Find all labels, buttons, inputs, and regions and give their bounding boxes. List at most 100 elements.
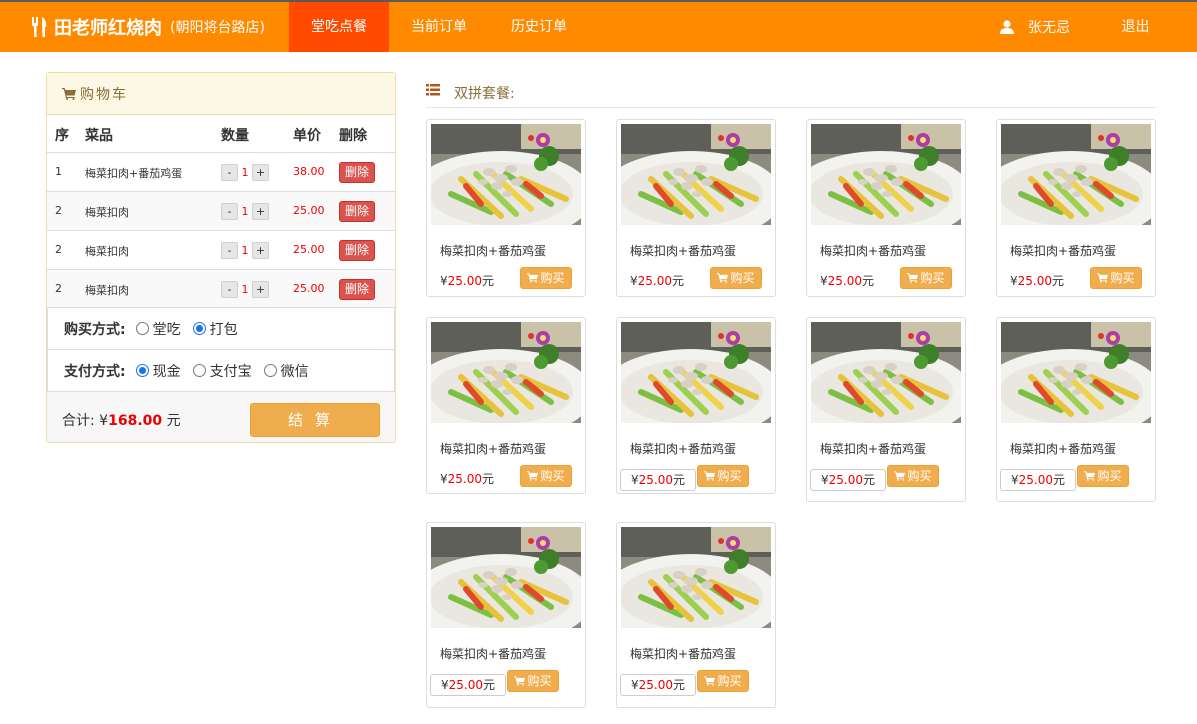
row-seq: 2 — [55, 243, 62, 256]
delete-button[interactable]: 删除 — [339, 201, 375, 222]
price-currency: ¥ — [821, 473, 829, 487]
dish-photo — [431, 322, 581, 423]
price-currency: ¥ — [631, 473, 639, 487]
row-seq: 2 — [55, 282, 62, 295]
dish-card[interactable]: 梅菜扣肉+番茄鸡蛋 ¥25.00元 购买 — [616, 522, 776, 708]
price-currency: ¥ — [440, 472, 448, 486]
cart-total: 合计: ¥168.00 元 — [62, 410, 181, 430]
table-row: 2 梅菜扣肉 - 1 + 25.00 删除 — [47, 191, 395, 230]
total-amount: 168.00 — [108, 413, 163, 429]
dish-card[interactable]: 梅菜扣肉+番茄鸡蛋 ¥25.00元 购买 — [806, 317, 966, 502]
buy-button[interactable]: 购买 — [520, 465, 572, 487]
dish-thumbnail[interactable] — [811, 322, 961, 423]
payment-method-label: 支付方式: — [64, 363, 126, 380]
price-value: 25.00 — [447, 274, 482, 288]
price-unit: 元 — [673, 473, 686, 487]
dish-card[interactable]: 梅菜扣肉+番茄鸡蛋 ¥25.00元 购买 — [616, 317, 776, 494]
cart-icon — [894, 471, 906, 481]
radio-checked-icon — [135, 364, 149, 377]
buy-button[interactable]: 购买 — [507, 670, 559, 692]
price-currency: ¥ — [1011, 473, 1019, 487]
price-currency: ¥ — [441, 678, 449, 692]
dish-card[interactable]: 梅菜扣肉+番茄鸡蛋 ¥25.00元 购买 — [616, 119, 776, 297]
payment-radio-alipay[interactable]: 支付宝 — [192, 361, 252, 381]
buy-button[interactable]: 购买 — [1077, 465, 1129, 487]
dish-thumbnail[interactable] — [1001, 124, 1151, 225]
nav-current-orders[interactable]: 当前订单 — [389, 2, 489, 52]
row-price: 38.00 — [293, 165, 325, 178]
payment-radio-cash[interactable]: 现金 — [135, 361, 181, 381]
qty-minus-button[interactable]: - — [221, 242, 238, 259]
dish-thumbnail[interactable] — [1001, 322, 1151, 423]
dish-price: ¥25.00元 — [1000, 469, 1077, 491]
qty-plus-button[interactable]: + — [252, 203, 269, 220]
delete-button[interactable]: 删除 — [339, 162, 375, 183]
buy-button[interactable]: 购买 — [887, 465, 939, 487]
buy-button[interactable]: 购买 — [1090, 267, 1142, 289]
dish-thumbnail[interactable] — [431, 124, 581, 225]
qty-plus-button[interactable]: + — [252, 164, 269, 181]
buy-button[interactable]: 购买 — [520, 267, 572, 289]
dish-name: 梅菜扣肉+番茄鸡蛋 — [440, 647, 547, 661]
section-title: 双拼套餐: — [426, 83, 1156, 108]
cart-table: 序 菜品 数量 单价 删除 1 梅菜扣肉+番茄鸡蛋 - 1 + 38.00 删除… — [47, 115, 395, 308]
dish-card[interactable]: 梅菜扣肉+番茄鸡蛋 ¥25.00元 购买 — [806, 119, 966, 297]
total-label: 合计: — [62, 413, 95, 429]
dish-thumbnail[interactable] — [621, 527, 771, 628]
user-menu[interactable]: 张无忌 — [1000, 2, 1070, 52]
dish-thumbnail[interactable] — [621, 124, 771, 225]
dish-card[interactable]: 梅菜扣肉+番茄鸡蛋 ¥25.00元 购买 — [426, 317, 586, 494]
dish-card[interactable]: 梅菜扣肉+番茄鸡蛋 ¥25.00元 购买 — [996, 317, 1156, 502]
price-value: 25.00 — [1018, 473, 1053, 487]
buy-label: 购买 — [717, 469, 742, 483]
qty-stepper: - 1 + — [221, 203, 269, 220]
buy-button[interactable]: 购买 — [697, 465, 749, 487]
brand[interactable]: 田老师红烧肉 (朝阳将台路店) — [30, 2, 265, 52]
dish-thumbnail[interactable] — [621, 322, 771, 423]
buy-button[interactable]: 购买 — [710, 267, 762, 289]
buy-button[interactable]: 购买 — [900, 267, 952, 289]
purchase-radio-dine-in[interactable]: 堂吃 — [135, 319, 181, 339]
dish-card[interactable]: 梅菜扣肉+番茄鸡蛋 ¥25.00元 购买 — [996, 119, 1156, 297]
row-seq: 2 — [55, 204, 62, 217]
qty-minus-button[interactable]: - — [221, 203, 238, 220]
dish-thumbnail[interactable] — [431, 527, 581, 628]
total-currency: ¥ — [99, 413, 109, 429]
delete-button[interactable]: 删除 — [339, 240, 375, 261]
qty-stepper: - 1 + — [221, 164, 269, 181]
checkout-button[interactable]: 结算 — [250, 403, 380, 437]
price-value: 25.00 — [638, 473, 673, 487]
buy-label: 购买 — [920, 271, 945, 285]
cart-icon — [704, 471, 716, 481]
radio-label: 现金 — [152, 363, 181, 380]
dish-price: ¥25.00元 — [430, 674, 507, 696]
nav-history-orders[interactable]: 历史订单 — [489, 2, 589, 52]
purchase-radio-takeaway[interactable]: 打包 — [192, 319, 238, 339]
dish-thumbnail[interactable] — [811, 124, 961, 225]
delete-button[interactable]: 删除 — [339, 279, 375, 300]
dish-thumbnail[interactable] — [431, 322, 581, 423]
price-unit: 元 — [1053, 473, 1066, 487]
price-unit: 元 — [672, 274, 685, 288]
col-price: 单价 — [293, 128, 321, 144]
table-row: 1 梅菜扣肉+番茄鸡蛋 - 1 + 38.00 删除 — [47, 152, 395, 191]
row-price: 25.00 — [293, 282, 325, 295]
price-value: 25.00 — [1017, 274, 1052, 288]
dish-photo — [431, 527, 581, 628]
qty-plus-button[interactable]: + — [252, 242, 269, 259]
dish-card[interactable]: 梅菜扣肉+番茄鸡蛋 ¥25.00元 购买 — [426, 522, 586, 708]
logout-link[interactable]: 退出 — [1108, 2, 1163, 52]
payment-radio-wechat[interactable]: 微信 — [263, 361, 309, 381]
qty-minus-button[interactable]: - — [221, 281, 238, 298]
dish-photo — [1001, 124, 1151, 225]
nav-dine-in[interactable]: 堂吃点餐 — [289, 2, 389, 52]
buy-button[interactable]: 购买 — [697, 670, 749, 692]
qty-plus-button[interactable]: + — [252, 281, 269, 298]
qty-minus-button[interactable]: - — [221, 164, 238, 181]
price-value: 25.00 — [638, 678, 673, 692]
price-value: 25.00 — [448, 678, 483, 692]
dish-card[interactable]: 梅菜扣肉+番茄鸡蛋 ¥25.00元 购买 — [426, 119, 586, 297]
row-price: 25.00 — [293, 243, 325, 256]
radio-unchecked-icon — [263, 364, 277, 377]
dish-name: 梅菜扣肉+番茄鸡蛋 — [630, 244, 737, 258]
